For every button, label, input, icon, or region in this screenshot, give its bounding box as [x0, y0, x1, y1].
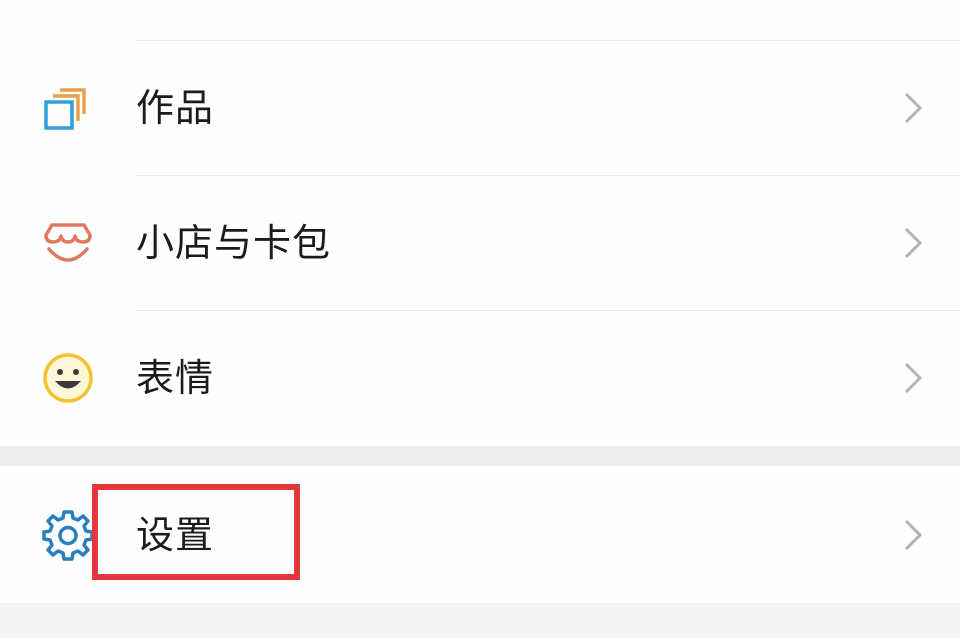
menu-item-label: 小店与卡包 — [136, 221, 332, 265]
smiley-icon — [40, 350, 96, 406]
chevron-right-icon — [902, 361, 924, 395]
section-gap — [0, 446, 960, 466]
chevron-right-icon — [902, 518, 924, 552]
shop-icon — [40, 215, 96, 271]
menu-item-stickers[interactable]: 表情 — [0, 311, 960, 445]
menu-item-works[interactable]: 作品 — [0, 41, 960, 175]
chevron-right-icon — [902, 226, 924, 260]
me-menu-screen: 作品 小店与卡包 表情 设置 — [0, 0, 960, 638]
menu-item-label: 设置 — [136, 513, 215, 557]
works-icon — [40, 80, 96, 136]
menu-item-shop-and-cards[interactable]: 小店与卡包 — [0, 176, 960, 310]
menu-item-label: 作品 — [136, 86, 215, 130]
menu-item-label: 表情 — [136, 356, 215, 400]
bottom-section-gap — [0, 603, 960, 638]
gear-icon — [40, 507, 96, 563]
menu-item-settings[interactable]: 设置 — [0, 468, 960, 602]
chevron-right-icon — [902, 91, 924, 125]
